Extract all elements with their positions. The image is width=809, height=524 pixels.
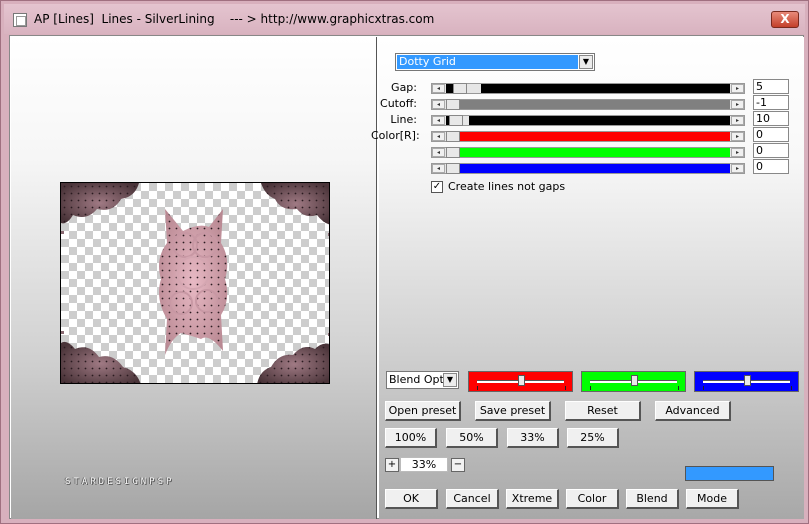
slider-knob[interactable] bbox=[744, 375, 751, 386]
slider-tick bbox=[590, 386, 591, 390]
open-preset-button[interactable]: Open preset bbox=[385, 401, 461, 421]
red-blend-slider[interactable] bbox=[468, 371, 573, 392]
cancel-button[interactable]: Cancel bbox=[446, 489, 499, 509]
blue-blend-slider[interactable] bbox=[694, 371, 799, 392]
slider-gap bbox=[467, 84, 481, 93]
zoom-100-button[interactable]: 100% bbox=[385, 428, 437, 448]
title-bar[interactable]: AP [Lines] Lines - SilverLining --- > ht… bbox=[4, 4, 805, 34]
preview-image[interactable] bbox=[60, 182, 330, 384]
param-label: Color[R]: bbox=[371, 129, 420, 142]
zoom-out-button[interactable]: − bbox=[451, 458, 465, 472]
arrow-right-icon[interactable]: ▸ bbox=[731, 132, 744, 141]
style-dropdown-value: Dotty Grid bbox=[397, 55, 578, 69]
create-lines-checkbox[interactable]: ✓ bbox=[431, 181, 443, 193]
green-blend-slider[interactable] bbox=[581, 371, 686, 392]
zoom-in-button[interactable]: + bbox=[385, 458, 399, 472]
mode-button[interactable]: Mode bbox=[686, 489, 739, 509]
blend-options-dropdown[interactable]: Blend Optio ▼ bbox=[386, 371, 459, 389]
watermark-text: STARDESIGNPSP bbox=[65, 477, 175, 487]
param-value-field[interactable]: 0 bbox=[753, 159, 789, 174]
param-label: Line: bbox=[390, 113, 417, 126]
zoom-level-field[interactable]: 33% bbox=[400, 457, 448, 472]
param-label: Cutoff: bbox=[380, 97, 417, 110]
create-lines-label: Create lines not gaps bbox=[448, 180, 566, 193]
param-slider[interactable]: ◂ ▸ bbox=[431, 163, 745, 174]
arrow-right-icon[interactable]: ▸ bbox=[731, 84, 744, 93]
color-button[interactable]: Color bbox=[566, 489, 619, 509]
slider-gap bbox=[463, 116, 469, 125]
param-slider[interactable]: ◂ ▸ bbox=[431, 83, 745, 94]
preview-artwork bbox=[61, 183, 329, 383]
slider-knob[interactable] bbox=[631, 375, 638, 386]
zoom-50-button[interactable]: 50% bbox=[446, 428, 498, 448]
param-value-field[interactable]: 5 bbox=[753, 79, 789, 94]
save-preset-button[interactable]: Save preset bbox=[475, 401, 551, 421]
arrow-right-icon[interactable]: ▸ bbox=[731, 100, 744, 109]
slider-thumb[interactable] bbox=[446, 131, 460, 142]
param-slider[interactable]: ◂ ▸ bbox=[431, 99, 745, 110]
param-slider[interactable]: ◂ ▸ bbox=[431, 131, 745, 142]
close-button[interactable]: X bbox=[771, 11, 799, 28]
color-swatch[interactable] bbox=[685, 466, 774, 481]
slider-tick bbox=[565, 386, 566, 390]
param-slider[interactable]: ◂ ▸ bbox=[431, 115, 745, 126]
slider-thumb[interactable] bbox=[453, 83, 467, 94]
param-label: Gap: bbox=[391, 81, 417, 94]
arrow-right-icon[interactable]: ▸ bbox=[731, 164, 744, 173]
param-slider[interactable]: ◂ ▸ bbox=[431, 147, 745, 158]
slider-track[interactable] bbox=[446, 83, 730, 94]
slider-track[interactable] bbox=[446, 163, 730, 174]
arrow-left-icon[interactable]: ◂ bbox=[432, 84, 445, 93]
chevron-down-icon[interactable]: ▼ bbox=[579, 55, 593, 69]
chevron-down-icon[interactable]: ▼ bbox=[443, 373, 457, 387]
style-dropdown[interactable]: Dotty Grid ▼ bbox=[395, 53, 595, 71]
preview-pane: STARDESIGNPSP bbox=[11, 37, 377, 519]
slider-track[interactable] bbox=[446, 147, 730, 158]
zoom-33-button[interactable]: 33% bbox=[507, 428, 559, 448]
arrow-right-icon[interactable]: ▸ bbox=[731, 116, 744, 125]
slider-thumb[interactable] bbox=[446, 99, 460, 110]
arrow-left-icon[interactable]: ◂ bbox=[432, 100, 445, 109]
advanced-button[interactable]: Advanced bbox=[655, 401, 731, 421]
plugin-window: AP [Lines] Lines - SilverLining --- > ht… bbox=[0, 0, 809, 524]
client-area: STARDESIGNPSP Dotty Grid ▼ Gap: ◂ ▸ 5 Cutoff… bbox=[9, 35, 804, 519]
slider-thumb[interactable] bbox=[446, 147, 460, 158]
slider-knob[interactable] bbox=[518, 375, 525, 386]
window-title: AP [Lines] Lines - SilverLining --- > ht… bbox=[34, 12, 435, 26]
slider-thumb[interactable] bbox=[446, 163, 460, 174]
slider-tick bbox=[477, 386, 478, 390]
ok-button[interactable]: OK bbox=[385, 489, 438, 509]
param-value-field[interactable]: -1 bbox=[753, 95, 789, 110]
app-icon bbox=[13, 13, 27, 27]
param-value-field[interactable]: 0 bbox=[753, 127, 789, 142]
slider-tick bbox=[791, 386, 792, 390]
param-value-field[interactable]: 0 bbox=[753, 143, 789, 158]
arrow-right-icon[interactable]: ▸ bbox=[731, 148, 744, 157]
slider-track[interactable] bbox=[446, 99, 730, 110]
controls-pane: Dotty Grid ▼ Gap: ◂ ▸ 5 Cutoff: ◂ ▸ -1 Line: ◂ ▸ 10… bbox=[371, 37, 804, 519]
slider-tick bbox=[703, 386, 704, 390]
checkmark-icon: ✓ bbox=[432, 181, 442, 192]
arrow-left-icon[interactable]: ◂ bbox=[432, 116, 445, 125]
slider-tick bbox=[678, 386, 679, 390]
xtreme-button[interactable]: Xtreme bbox=[506, 489, 559, 509]
slider-track[interactable] bbox=[446, 115, 730, 126]
zoom-25-button[interactable]: 25% bbox=[567, 428, 619, 448]
blend-button[interactable]: Blend bbox=[626, 489, 679, 509]
arrow-left-icon[interactable]: ◂ bbox=[432, 132, 445, 141]
arrow-left-icon[interactable]: ◂ bbox=[432, 164, 445, 173]
param-value-field[interactable]: 10 bbox=[753, 111, 789, 126]
slider-thumb[interactable] bbox=[449, 115, 463, 126]
slider-track[interactable] bbox=[446, 131, 730, 142]
arrow-left-icon[interactable]: ◂ bbox=[432, 148, 445, 157]
reset-button[interactable]: Reset bbox=[565, 401, 641, 421]
